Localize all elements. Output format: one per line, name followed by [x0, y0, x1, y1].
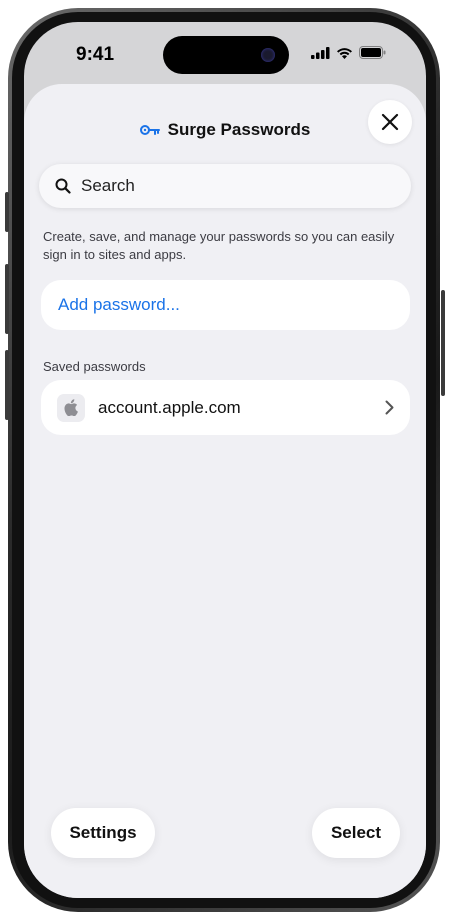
saved-password-item[interactable]: account.apple.com	[41, 380, 410, 435]
search-bar[interactable]	[39, 164, 411, 208]
cellular-signal-icon	[311, 46, 330, 59]
description-text: Create, save, and manage your passwords …	[43, 229, 395, 262]
saved-passwords-header: Saved passwords	[43, 359, 146, 374]
battery-icon	[359, 46, 386, 59]
status-time: 9:41	[76, 44, 115, 65]
site-domain: account.apple.com	[98, 397, 241, 417]
screen: 9:41 Surge Passwords Search Create, save…	[24, 22, 426, 898]
volume-up-button	[5, 264, 9, 334]
settings-button[interactable]: Settings	[51, 808, 155, 858]
dynamic-island	[163, 36, 289, 74]
sheet-header: Surge Passwords	[24, 120, 426, 140]
side-power-button	[441, 290, 445, 396]
volume-down-button	[5, 350, 9, 420]
search-input[interactable]	[79, 175, 383, 197]
status-bar: 9:41	[24, 22, 426, 86]
wifi-icon	[337, 47, 352, 59]
front-camera-icon	[261, 48, 275, 62]
passwords-sheet: Surge Passwords Create, save, and manage…	[24, 84, 426, 898]
search-icon	[55, 178, 71, 194]
apple-logo-icon	[64, 399, 78, 416]
chevron-right-icon	[385, 400, 394, 415]
close-icon	[381, 113, 399, 131]
sheet-title: Surge Passwords	[167, 120, 311, 139]
close-button[interactable]	[368, 100, 412, 144]
add-password-label: Add password...	[58, 295, 180, 314]
select-button[interactable]: Select	[312, 808, 400, 858]
add-password-button[interactable]: Add password...	[41, 280, 410, 330]
status-icons	[311, 46, 386, 59]
key-icon	[139, 125, 160, 135]
action-button	[5, 192, 9, 232]
site-icon	[57, 393, 85, 422]
